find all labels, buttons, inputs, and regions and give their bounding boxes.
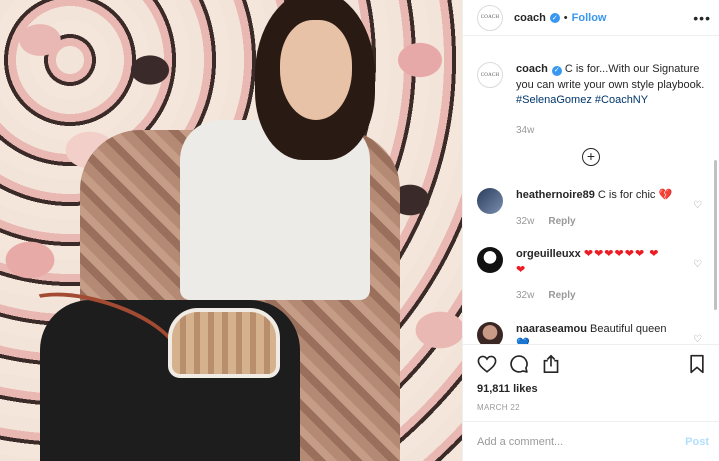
comment-text: C is for chic bbox=[594, 189, 659, 201]
reply-button[interactable]: Reply bbox=[548, 214, 575, 230]
caption-username[interactable]: coach bbox=[516, 63, 548, 75]
post-actions: 91,811 likes MARCH 22 bbox=[463, 344, 719, 412]
photo-face bbox=[280, 20, 352, 120]
post-date[interactable]: MARCH 22 bbox=[477, 403, 707, 412]
comments-scrollbar[interactable] bbox=[714, 160, 717, 310]
like-comment-heart-icon[interactable]: ♡ bbox=[693, 334, 703, 345]
load-more-comments[interactable]: + bbox=[477, 148, 705, 166]
coach-logo-text: COACH bbox=[480, 15, 500, 20]
follow-button[interactable]: Follow bbox=[572, 12, 607, 24]
comment-item: orgeuilleuxx ❤❤❤❤❤❤ ❤❤ 32w Reply ♡ bbox=[477, 247, 705, 304]
plus-circle-icon[interactable]: + bbox=[582, 148, 600, 166]
reply-button[interactable]: Reply bbox=[548, 288, 575, 304]
photo-handbag bbox=[168, 308, 280, 378]
comment-time[interactable]: 32w bbox=[516, 288, 534, 304]
add-comment-bar: Post bbox=[463, 421, 719, 461]
caption-time[interactable]: 34w bbox=[516, 123, 534, 139]
header-username[interactable]: coach bbox=[514, 12, 546, 24]
hashtag-link[interactable]: #CoachNY bbox=[595, 94, 648, 106]
comment-username[interactable]: naaraseamou bbox=[516, 323, 587, 335]
header-separator: • bbox=[563, 11, 568, 24]
add-comment-input[interactable] bbox=[477, 435, 686, 448]
commenter-avatar[interactable] bbox=[477, 247, 503, 273]
hashtag-link[interactable]: #SelenaGomez bbox=[516, 94, 592, 106]
coach-avatar[interactable]: COACH bbox=[477, 4, 503, 31]
comment-username[interactable]: heathernoire89 bbox=[516, 189, 595, 201]
share-icon[interactable] bbox=[541, 354, 561, 374]
like-heart-icon[interactable] bbox=[477, 354, 497, 374]
commenter-avatar[interactable] bbox=[477, 188, 503, 214]
likes-count[interactable]: 91,811 likes bbox=[477, 383, 707, 395]
coach-logo-text: COACH bbox=[480, 72, 500, 78]
action-icons bbox=[477, 351, 707, 377]
caption: COACH coach ✓ C is for...With our Signatu… bbox=[477, 52, 705, 138]
comment-time[interactable]: 32w bbox=[516, 214, 534, 230]
more-options-icon[interactable]: ••• bbox=[693, 10, 711, 26]
instagram-post: COACH coach ✓ • Follow ••• COACH coach ✓ … bbox=[0, 0, 719, 461]
comment-item: naaraseamou Beautiful queen 💙 ♡ bbox=[477, 321, 705, 345]
post-side-panel: COACH coach ✓ • Follow ••• COACH coach ✓ … bbox=[462, 0, 719, 461]
comment-bubble-icon[interactable] bbox=[509, 354, 529, 374]
comment-username[interactable]: orgeuilleuxx bbox=[516, 248, 581, 260]
post-comment-button[interactable]: Post bbox=[685, 436, 709, 448]
like-comment-heart-icon[interactable]: ♡ bbox=[693, 259, 703, 270]
post-header: COACH coach ✓ • Follow ••• bbox=[463, 0, 719, 36]
comment-text: Beautiful queen bbox=[586, 322, 667, 335]
post-photo[interactable] bbox=[0, 0, 462, 461]
comments-list[interactable]: COACH coach ✓ C is for...With our Signatu… bbox=[463, 52, 719, 344]
verified-badge-icon: ✓ bbox=[551, 65, 562, 76]
like-comment-heart-icon[interactable]: ♡ bbox=[693, 200, 703, 211]
caption-avatar[interactable]: COACH bbox=[477, 62, 503, 88]
bookmark-icon[interactable] bbox=[687, 354, 707, 374]
comment-item: heathernoire89 C is for chic 💔 32w Reply … bbox=[477, 188, 705, 229]
commenter-avatar[interactable] bbox=[477, 321, 503, 344]
broken-heart-emoji: 💔 bbox=[658, 189, 673, 201]
verified-badge-icon: ✓ bbox=[549, 12, 560, 23]
